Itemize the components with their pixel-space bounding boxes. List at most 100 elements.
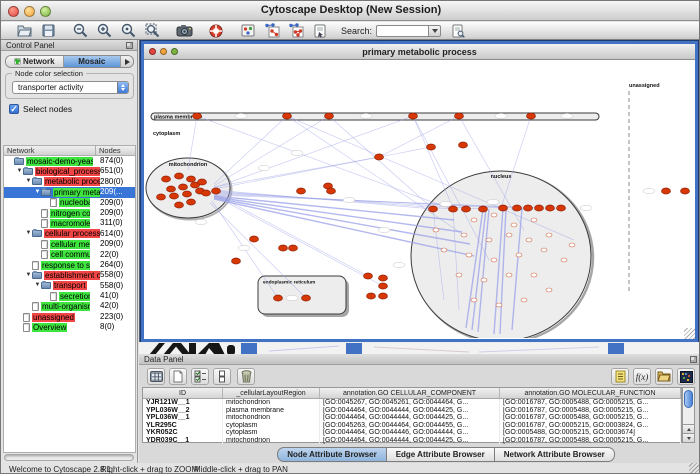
- save-session-icon[interactable]: [39, 23, 57, 39]
- matrix-icon[interactable]: [677, 368, 695, 385]
- zoom-out-icon[interactable]: [71, 23, 89, 39]
- tree-row-macromolecule[interactable]: macromolecule311(0): [4, 218, 135, 228]
- search-options-icon[interactable]: [449, 23, 467, 39]
- delete-attribute-icon[interactable]: [237, 368, 255, 385]
- tree-row-cell-communicat[interactable]: cell communicat22(0): [4, 250, 135, 260]
- table-row-yjr121w-1[interactable]: YJR121W__1mitochondrion[GO:0045267, GO:0…: [143, 399, 681, 407]
- tree-row-biological-process[interactable]: ▼biological_process651(0): [4, 166, 135, 176]
- table-row-ydr039c-1[interactable]: YDR039C__1mitochondrion[GO:0044464, GO:0…: [143, 437, 681, 445]
- table-row-ypl036w-1[interactable]: YPL036W__1mitochondrion[GO:0044464, GO:0…: [143, 414, 681, 422]
- tree-row-multi-organism-pro[interactable]: multi-organism pro42(0): [4, 301, 135, 311]
- tree-column-nodes[interactable]: Nodes: [96, 146, 121, 155]
- tree-column-network[interactable]: Network: [4, 146, 96, 155]
- scroll-up-icon[interactable]: [683, 424, 694, 433]
- table-cell[interactable]: YJR121W__1: [143, 399, 223, 407]
- column-header-id[interactable]: ID: [143, 388, 223, 398]
- table-cell[interactable]: mitochondrion: [223, 414, 320, 422]
- tab-network-attribute-browser[interactable]: Network Attribute Browser: [495, 447, 615, 462]
- node-color-dropdown[interactable]: transporter activity: [12, 81, 129, 94]
- table-cell[interactable]: YPL036W__1: [143, 414, 223, 422]
- network-view-titlebar[interactable]: primary metabolic process: [144, 44, 695, 60]
- scrollbar-thumb[interactable]: [684, 390, 693, 408]
- region-unassigned[interactable]: unassigned: [629, 83, 660, 291]
- table-cell[interactable]: mitochondrion: [223, 399, 320, 407]
- vizmapper-icon[interactable]: [239, 23, 257, 39]
- zoom-fit-icon[interactable]: [143, 23, 161, 39]
- tree-row-transport[interactable]: ▼transport558(0): [4, 281, 135, 291]
- snapshot-camera-icon[interactable]: [175, 23, 193, 39]
- network-canvas[interactable]: plasma membrane cytoplasm mitochondrion …: [144, 60, 695, 339]
- table-cell[interactable]: [GO:0045263, GO:0044464, GO:0044455, G..…: [320, 422, 500, 430]
- table-cell[interactable]: [GO:0016787, GO:0005488, GO:0005215, G..…: [500, 414, 681, 422]
- tree-row-nucleobase[interactable]: nucleobase-209(0): [4, 198, 135, 208]
- select-attributes-icon[interactable]: [191, 368, 209, 385]
- network-overlay-icon-1[interactable]: [263, 23, 281, 39]
- function-builder-icon[interactable]: f(x): [633, 368, 651, 385]
- disclosure-triangle-icon[interactable]: ▼: [25, 272, 32, 279]
- disclosure-triangle-icon[interactable]: ▼: [16, 168, 23, 175]
- tab-network[interactable]: Network: [6, 56, 64, 67]
- column-header-cellularlayoutregion[interactable]: _cellularLayoutRegion: [223, 388, 320, 398]
- column-header-annotation-go-molecular-function[interactable]: annotation.GO MOLECULAR_FUNCTION: [500, 388, 681, 398]
- view-resize-grip[interactable]: [684, 328, 695, 339]
- table-row-ylr295c[interactable]: YLR295Ccytoplasm[GO:0045263, GO:0044464,…: [143, 422, 681, 430]
- tree-row-unassigned[interactable]: unassigned223(0): [4, 312, 135, 322]
- search-dropdown-icon[interactable]: [428, 25, 441, 37]
- tab-edge-attribute-browser[interactable]: Edge Attribute Browser: [387, 447, 495, 462]
- search-input[interactable]: [376, 25, 428, 37]
- table-scrollbar[interactable]: [682, 387, 695, 443]
- table-cell[interactable]: [GO:0044464, GO:0044444, GO:0044425, G..…: [320, 437, 500, 445]
- tree-row-metabolic-process[interactable]: ▼metabolic process280(0): [4, 177, 135, 187]
- tree-row-cellular-metabo[interactable]: cellular metabo209(0): [4, 239, 135, 249]
- table-cell[interactable]: YKR052C: [143, 429, 223, 437]
- table-cell[interactable]: YPL036W__2: [143, 407, 223, 415]
- table-cell[interactable]: [GO:0016787, GO:0005488, GO:0005215, G..…: [500, 407, 681, 415]
- disclosure-triangle-icon[interactable]: ▼: [34, 282, 41, 289]
- table-cell[interactable]: YDR039C__1: [143, 437, 223, 445]
- help-lifesaver-icon[interactable]: [207, 23, 225, 39]
- table-cell[interactable]: [GO:0005488, GO:0005215, GO:0003674]: [500, 429, 681, 437]
- select-nodes-checkbox[interactable]: ✓: [9, 104, 19, 114]
- tree-row-response-to-stimulu[interactable]: response to stimulu264(0): [4, 260, 135, 270]
- table-cell[interactable]: [GO:0044464, GO:0044444, GO:0044425, G..…: [320, 407, 500, 415]
- table-cell[interactable]: [GO:0016787, GO:0005488, GO:0005215, G..…: [500, 399, 681, 407]
- zoom-in-icon[interactable]: [95, 23, 113, 39]
- table-cell[interactable]: [GO:0045267, GO:0045261, GO:0044464, G..…: [320, 399, 500, 407]
- table-row-ypl036w-2[interactable]: YPL036W__2plasma membrane[GO:0044464, GO…: [143, 407, 681, 415]
- zoom-selected-icon[interactable]: [119, 23, 137, 39]
- import-network-icon[interactable]: [311, 23, 329, 39]
- window-resize-grip[interactable]: [689, 463, 699, 473]
- table-cell[interactable]: mitochondrion: [223, 437, 320, 445]
- tree-row-secretion[interactable]: secretion41(0): [4, 291, 135, 301]
- table-cell[interactable]: YLR295C: [143, 422, 223, 430]
- column-header-annotation-go-cellular-component[interactable]: annotation.GO CELLULAR_COMPONENT: [320, 388, 500, 398]
- table-cell[interactable]: [GO:0016787, GO:0005488, GO:0005215, G..…: [500, 437, 681, 445]
- attribute-grid-icon[interactable]: [147, 368, 165, 385]
- table-cell[interactable]: cytoplasm: [223, 422, 320, 430]
- new-attribute-icon[interactable]: [169, 368, 187, 385]
- table-cell[interactable]: [GO:0044464, GO:0044446, GO:0044444, G..…: [320, 429, 500, 437]
- unselect-attributes-icon[interactable]: [213, 368, 231, 385]
- disclosure-triangle-icon[interactable]: ▼: [34, 189, 41, 196]
- table-cell[interactable]: plasma membrane: [223, 407, 320, 415]
- tab-scroll-right-icon[interactable]: [121, 56, 133, 67]
- table-cell[interactable]: [GO:0016787, GO:0005215, GO:0003824, G..…: [500, 422, 681, 430]
- disclosure-triangle-icon[interactable]: ▼: [25, 230, 32, 237]
- open-session-icon[interactable]: [15, 23, 33, 39]
- attribute-editor-icon[interactable]: [611, 368, 629, 385]
- network-overlay-icon-2[interactable]: [287, 23, 305, 39]
- table-row-ykr052c[interactable]: YKR052Ccytoplasm[GO:0044464, GO:0044446,…: [143, 429, 681, 437]
- tree-row-nitrogen-compo[interactable]: nitrogen compo209(0): [4, 208, 135, 218]
- scroll-down-icon[interactable]: [683, 433, 694, 442]
- tree-row-mosaic-demo-yeast[interactable]: mosaic-demo-yeast874(0): [4, 156, 135, 166]
- tree-row-establishment-of-lo[interactable]: ▼establishment of lo558(0): [4, 270, 135, 280]
- float-data-panel-icon[interactable]: [690, 356, 697, 363]
- tree-row-primary-metabo[interactable]: ▼primary metabo209(...: [4, 187, 135, 197]
- float-panel-icon[interactable]: [126, 42, 133, 49]
- table-cell[interactable]: cytoplasm: [223, 429, 320, 437]
- tree-row-overview[interactable]: Overview8(0): [4, 322, 135, 332]
- table-cell[interactable]: [GO:0044464, GO:0044444, GO:0044425, G..…: [320, 414, 500, 422]
- import-attributes-icon[interactable]: [655, 368, 673, 385]
- tab-mosaic[interactable]: Mosaic: [64, 56, 122, 67]
- disclosure-triangle-icon[interactable]: ▼: [25, 178, 32, 185]
